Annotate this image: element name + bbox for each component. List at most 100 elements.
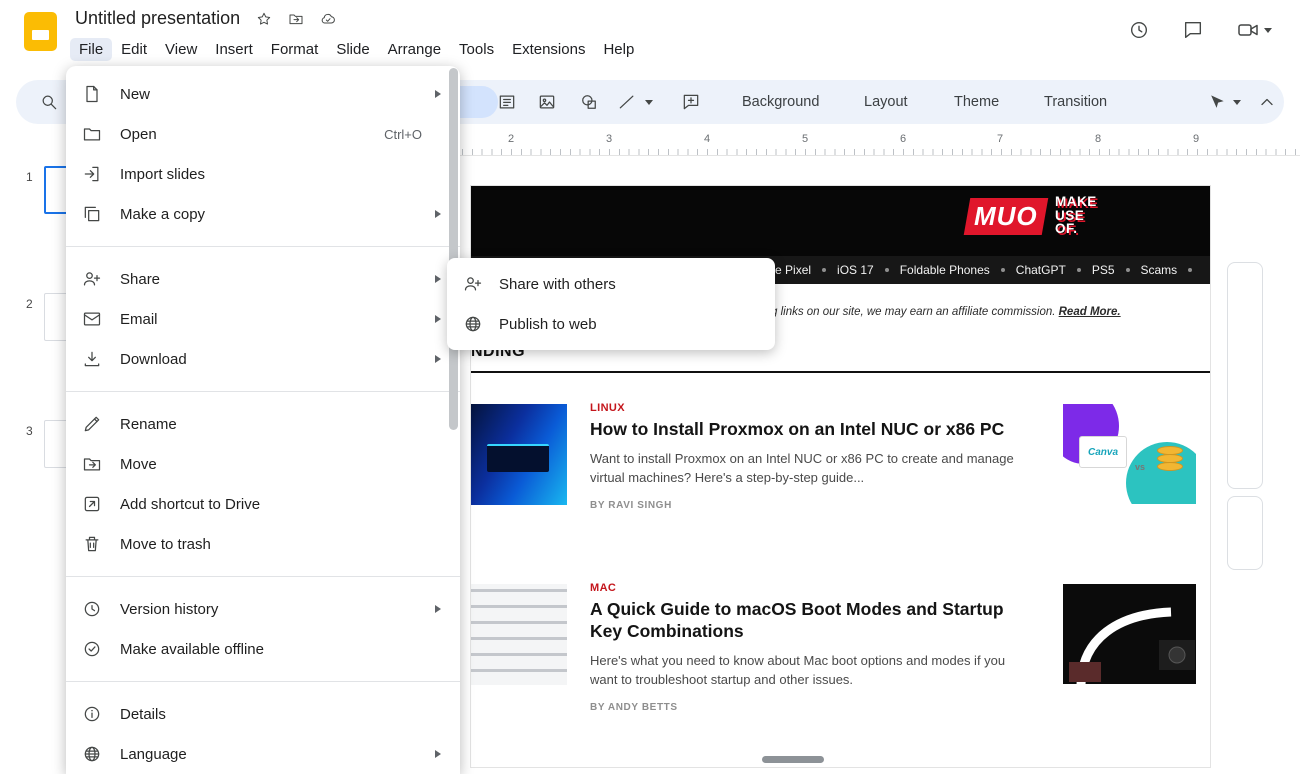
article-2-side-thumbnail [1063,584,1196,684]
affiliate-disclosure: g links on our site, we may earn an affi… [771,306,1121,318]
coin [1157,462,1183,471]
ruler-ticks [462,149,1300,155]
menu-item-make-available-offline[interactable]: Make available offline [66,629,460,669]
placeholder-box [1227,496,1263,570]
ruler-number: 8 [1095,133,1101,145]
ruler-number: 9 [1193,133,1199,145]
nav-topic: PS5 [1092,263,1115,277]
menu-item-label: Move [120,456,422,473]
dot-separator [822,268,826,272]
offline-check-icon [82,639,102,659]
folder-icon [82,124,102,144]
star-icon[interactable] [256,11,272,27]
menu-extensions[interactable]: Extensions [503,38,594,61]
meet-camera-button[interactable] [1236,18,1272,42]
menu-file[interactable]: File [70,38,112,61]
menu-item-label: Make a copy [120,206,422,223]
menu-item-details[interactable]: Details [66,694,460,734]
theme-button[interactable]: Theme [942,80,1011,124]
move-folder-icon[interactable] [288,11,304,27]
muo-logo: MUO [964,198,1049,235]
text-box-button[interactable] [492,87,522,117]
article-1-thumbnail [471,404,567,505]
ruler-number: 7 [997,133,1003,145]
pointer-options-caret[interactable] [1230,87,1244,117]
menu-item-email[interactable]: Email [66,299,460,339]
placeholder-box [1227,262,1263,489]
collapse-toolbar-button[interactable] [1252,87,1282,117]
menu-edit[interactable]: Edit [112,38,156,61]
search-icon [39,92,59,112]
menu-item-version-history[interactable]: Version history [66,589,460,629]
line-options-caret[interactable] [642,87,656,117]
download-icon [82,349,102,369]
menu-insert[interactable]: Insert [206,38,262,61]
person-add-icon [82,269,102,289]
menu-item-label: Download [120,351,422,368]
search-menus-button[interactable] [34,87,64,117]
menu-scrollbar[interactable] [449,68,458,430]
menu-arrange[interactable]: Arrange [379,38,450,61]
menu-item-download[interactable]: Download [66,339,460,379]
shapes-icon [579,92,599,112]
article-category: MAC [590,582,1016,594]
menu-item-open[interactable]: Open Ctrl+O [66,114,460,154]
document-title[interactable]: Untitled presentation [75,8,240,29]
submenu-item-label: Share with others [499,276,775,293]
shortcut-label: Ctrl+O [384,127,422,142]
laser-pointer-button[interactable] [1202,87,1232,117]
menu-item-import-slides[interactable]: Import slides [66,154,460,194]
info-icon [82,704,102,724]
insert-line-button[interactable] [612,87,642,117]
slides-logo[interactable] [24,12,57,51]
menu-help[interactable]: Help [594,38,643,61]
submenu-item-share-with-others[interactable]: Share with others [447,264,775,304]
nav-topic: iOS 17 [837,263,874,277]
menu-item-move-to-trash[interactable]: Move to trash [66,524,460,564]
menu-item-rename[interactable]: Rename [66,404,460,444]
menu-item-label: Version history [120,601,422,618]
ruler-number: 2 [508,133,514,145]
canva-laptop: Canva [1079,436,1127,468]
insert-comment-button[interactable] [676,87,706,117]
image-icon [537,92,557,112]
menu-item-label: New [120,86,422,103]
menu-view[interactable]: View [156,38,206,61]
text-box-icon [497,92,517,112]
horizontal-scrollbar[interactable] [762,756,824,763]
cloud-status-icon[interactable] [320,11,336,27]
menu-item-language[interactable]: Language [66,734,460,774]
ruler-number: 5 [802,133,808,145]
camera-caret-icon[interactable] [1264,28,1272,33]
dot-separator [1126,268,1130,272]
background-button[interactable]: Background [730,80,831,124]
laser-pointer-icon [1207,92,1227,112]
article-2-thumbnail [471,584,567,685]
add-comment-icon [681,92,701,112]
trash-icon [82,534,102,554]
submenu-item-publish-to-web[interactable]: Publish to web [447,304,775,344]
caption-line: MAKE [1055,195,1097,209]
submenu-arrow-icon [435,210,441,218]
comments-icon[interactable] [1182,19,1204,41]
menu-item-make-a-copy[interactable]: Make a copy [66,194,460,234]
caret-down-icon [1233,100,1241,105]
menu-slide[interactable]: Slide [327,38,378,61]
insert-image-button[interactable] [532,87,562,117]
menu-item-label: Rename [120,416,422,433]
menu-tools[interactable]: Tools [450,38,503,61]
insert-shape-button[interactable] [574,87,604,117]
menu-format[interactable]: Format [262,38,328,61]
transition-button[interactable]: Transition [1032,80,1119,124]
camera-icon [1236,18,1260,42]
article-excerpt: Here's what you need to know about Mac b… [590,651,1016,690]
layout-button[interactable]: Layout [852,80,920,124]
move-folder-icon [82,454,102,474]
canva-text: Canva [1088,447,1118,458]
menu-item-add-shortcut-to-drive[interactable]: Add shortcut to Drive [66,484,460,524]
menu-item-new[interactable]: New [66,74,460,114]
menu-item-share[interactable]: Share [66,259,460,299]
menu-item-move[interactable]: Move [66,444,460,484]
copy-icon [82,204,102,224]
version-history-icon[interactable] [1128,19,1150,41]
